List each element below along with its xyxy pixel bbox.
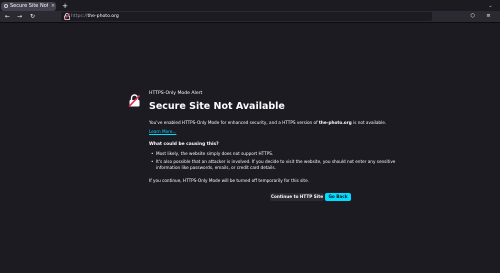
menu-icon[interactable]: ≡ [484, 12, 493, 21]
lock-icon [63, 13, 71, 21]
alert-label: HTTPS-Only Mode Alert [149, 91, 203, 96]
list-item: Most likely, the website simply does not… [149, 151, 409, 157]
tab-strip: Secure Site Not Available × + ⌄ [0, 0, 500, 11]
url-host: the-photo.org [87, 14, 119, 19]
address-bar[interactable]: https://the-photo.org [61, 12, 432, 21]
page-content [0, 23, 500, 273]
close-icon[interactable]: × [50, 2, 56, 11]
extensions-icon[interactable]: ⬡ [468, 12, 477, 21]
warning-icon [128, 94, 141, 108]
intro-host: the-photo.org [318, 120, 352, 125]
learn-more-link[interactable]: Learn More... [149, 129, 176, 134]
continue-to-http-button[interactable]: Continue to HTTP Site [270, 193, 324, 201]
continue-note: If you continue, HTTPS-Only Mode will be… [149, 178, 309, 183]
page-title: Secure Site Not Available [149, 101, 285, 112]
reload-button[interactable]: ↻ [28, 12, 37, 21]
intro-suffix: is not available. [351, 120, 387, 125]
intro-text: You've enabled HTTPS-Only Mode for enhan… [149, 120, 386, 126]
url-text: https://the-photo.org [71, 12, 119, 21]
new-tab-button[interactable]: + [61, 2, 69, 10]
go-back-button[interactable]: Go Back [325, 193, 351, 201]
intro-prefix: You've enabled HTTPS-Only Mode for enhan… [149, 120, 319, 125]
tab-title: Secure Site Not Available [10, 3, 48, 9]
globe-icon [4, 4, 8, 8]
broken-lock-icon [128, 92, 141, 108]
forward-button[interactable]: → [15, 12, 24, 21]
list-all-tabs-icon[interactable]: ⌄ [486, 2, 495, 10]
navigation-toolbar: ← → ↻ https://the-photo.org ⬡ ≡ [0, 11, 500, 23]
list-item: It's also possible that an attacker is i… [149, 159, 409, 171]
causes-heading: What could be causing this? [149, 142, 219, 147]
tab-secure-site-not-available[interactable]: Secure Site Not Available × [1, 2, 56, 11]
causes-list: Most likely, the website simply does not… [149, 151, 409, 173]
url-scheme: https:// [71, 14, 88, 19]
insecure-lock-icon[interactable] [63, 13, 71, 21]
back-button[interactable]: ← [3, 12, 12, 21]
